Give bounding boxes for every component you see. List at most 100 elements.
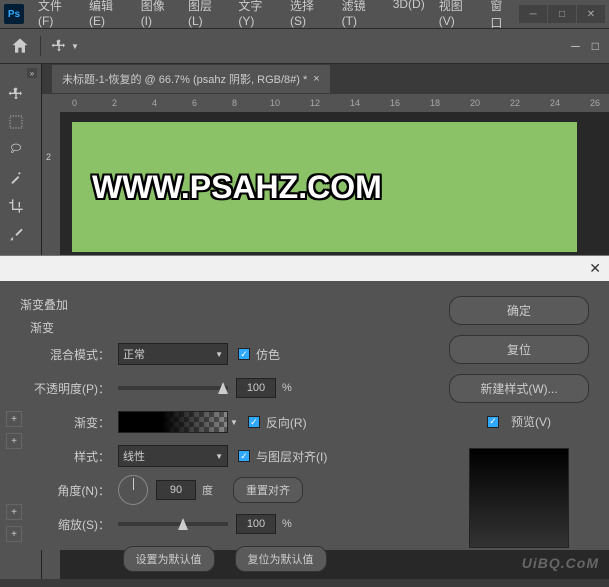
ruler-tick: 8 [232, 98, 237, 108]
expand-panel-icon[interactable]: + [6, 526, 22, 542]
brush-tool[interactable] [4, 222, 28, 246]
expand-panel-icon[interactable]: + [6, 504, 22, 520]
menu-image[interactable]: 图像(I) [135, 0, 180, 35]
layer-style-dialog: ✕ 渐变叠加 渐变 混合模式： 正常 ▼ ✓ 仿色 不透明度(P)： % [0, 255, 609, 550]
ruler-tick: 24 [550, 98, 560, 108]
dither-label: 仿色 [256, 346, 280, 363]
opacity-label: 不透明度(P)： [20, 380, 110, 397]
menu-layer[interactable]: 图层(L) [182, 0, 230, 35]
chevron-down-icon: ▼ [215, 350, 223, 359]
dialog-form: 渐变叠加 渐变 混合模式： 正常 ▼ ✓ 仿色 不透明度(P)： % [20, 296, 429, 572]
text-layer: WWW.PSAHZ.COM [92, 169, 382, 206]
reset-align-button[interactable]: 重置对齐 [233, 477, 303, 503]
menu-window[interactable]: 窗口 [484, 0, 519, 35]
close-button[interactable]: ✕ [577, 5, 605, 23]
preview-label: 预览(V) [511, 413, 551, 430]
menu-edit[interactable]: 编辑(E) [83, 0, 133, 35]
align-label: 与图层对齐(I) [256, 448, 327, 465]
menu-3d[interactable]: 3D(D) [387, 0, 431, 35]
window-controls: ─ □ ✕ [519, 5, 605, 23]
ok-button[interactable]: 确定 [449, 296, 589, 325]
menu-view[interactable]: 视图(V) [433, 0, 483, 35]
minimize-button[interactable]: ─ [519, 5, 547, 23]
ruler-tick: 6 [192, 98, 197, 108]
opacity-input[interactable] [236, 378, 276, 398]
document-tabs: 未标题-1-恢复的 @ 66.7% (psahz 阴影, RGB/8#) * × [42, 64, 609, 94]
move-tool-options[interactable]: ▼ [51, 38, 79, 54]
angle-input[interactable] [156, 480, 196, 500]
ruler-tick: 14 [350, 98, 360, 108]
expand-panel-icon[interactable]: + [6, 433, 22, 449]
menu-filter[interactable]: 滤镜(T) [336, 0, 385, 35]
section-title: 渐变叠加 [20, 296, 429, 313]
tab-close-icon[interactable]: × [313, 73, 319, 85]
menubar: 文件(F) 编辑(E) 图像(I) 图层(L) 文字(Y) 选择(S) 滤镜(T… [32, 0, 519, 35]
lasso-tool[interactable] [4, 138, 28, 162]
angle-label: 角度(N)： [20, 482, 110, 499]
maximize-button[interactable]: □ [548, 5, 576, 23]
expand-panel-icon[interactable]: + [6, 411, 22, 427]
preview-checkbox[interactable]: ✓ [487, 416, 499, 428]
blend-mode-label: 混合模式： [20, 346, 110, 363]
preview-thumbnail [469, 448, 569, 548]
blend-mode-select[interactable]: 正常 ▼ [118, 343, 228, 365]
scale-input[interactable] [236, 514, 276, 534]
gradient-picker[interactable] [118, 411, 228, 433]
ruler-tick: 2 [112, 98, 117, 108]
ruler-tick: 12 [310, 98, 320, 108]
dialog-body: 渐变叠加 渐变 混合模式： 正常 ▼ ✓ 仿色 不透明度(P)： % [0, 281, 609, 587]
minimize-app-icon[interactable]: ─ [571, 39, 580, 53]
dither-checkbox[interactable]: ✓ [238, 348, 250, 360]
ruler-tick: 16 [390, 98, 400, 108]
document-tab[interactable]: 未标题-1-恢复的 @ 66.7% (psahz 阴影, RGB/8#) * × [52, 65, 330, 93]
ruler-horizontal: 0 2 4 6 8 10 12 14 16 18 20 22 24 26 [42, 94, 609, 112]
titlebar: Ps 文件(F) 编辑(E) 图像(I) 图层(L) 文字(Y) 选择(S) 滤… [0, 0, 609, 28]
style-label: 样式： [20, 448, 110, 465]
move-tool[interactable] [4, 82, 28, 106]
crop-tool[interactable] [4, 194, 28, 218]
marquee-tool[interactable] [4, 110, 28, 134]
expand-tools-icon[interactable]: » [27, 68, 37, 78]
style-value: 线性 [123, 448, 145, 464]
ruler-tick: 2 [46, 152, 51, 162]
cancel-button[interactable]: 复位 [449, 335, 589, 364]
chevron-down-icon: ▼ [71, 42, 79, 51]
menu-file[interactable]: 文件(F) [32, 0, 81, 35]
new-style-button[interactable]: 新建样式(W)... [449, 374, 589, 403]
ruler-tick: 0 [72, 98, 77, 108]
menu-text[interactable]: 文字(Y) [232, 0, 282, 35]
chevron-down-icon[interactable]: ▼ [230, 418, 238, 427]
ruler-tick: 18 [430, 98, 440, 108]
gradient-label: 渐变： [20, 414, 110, 431]
opacity-slider[interactable] [118, 386, 228, 390]
menu-select[interactable]: 选择(S) [284, 0, 334, 35]
dialog-actions: 确定 复位 新建样式(W)... ✓ 预览(V) [449, 296, 589, 572]
ps-logo-icon: Ps [4, 4, 24, 24]
watermark: UiBQ.CoM [522, 555, 599, 571]
opacity-unit: % [282, 382, 292, 394]
reverse-checkbox[interactable]: ✓ [248, 416, 260, 428]
chevron-down-icon: ▼ [215, 452, 223, 461]
reset-default-button[interactable]: 复位为默认值 [235, 546, 327, 572]
ruler-tick: 10 [270, 98, 280, 108]
subsection-title: 渐变 [30, 319, 429, 336]
wand-tool[interactable] [4, 166, 28, 190]
ruler-tick: 26 [590, 98, 600, 108]
set-default-button[interactable]: 设置为默认值 [123, 546, 215, 572]
angle-unit: 度 [202, 482, 213, 498]
restore-app-icon[interactable]: □ [592, 39, 599, 53]
ruler-tick: 4 [152, 98, 157, 108]
move-icon [51, 38, 67, 54]
tab-label: 未标题-1-恢复的 @ 66.7% (psahz 阴影, RGB/8#) * [62, 71, 307, 87]
dialog-titlebar: ✕ [0, 256, 609, 281]
home-icon[interactable] [10, 36, 30, 56]
dialog-close-icon[interactable]: ✕ [589, 260, 601, 277]
ruler-tick: 22 [510, 98, 520, 108]
artboard: WWW.PSAHZ.COM [72, 122, 577, 252]
scale-unit: % [282, 518, 292, 530]
align-checkbox[interactable]: ✓ [238, 450, 250, 462]
scale-slider[interactable] [118, 522, 228, 526]
style-select[interactable]: 线性 ▼ [118, 445, 228, 467]
angle-dial[interactable] [118, 475, 148, 505]
reverse-label: 反向(R) [266, 414, 307, 431]
